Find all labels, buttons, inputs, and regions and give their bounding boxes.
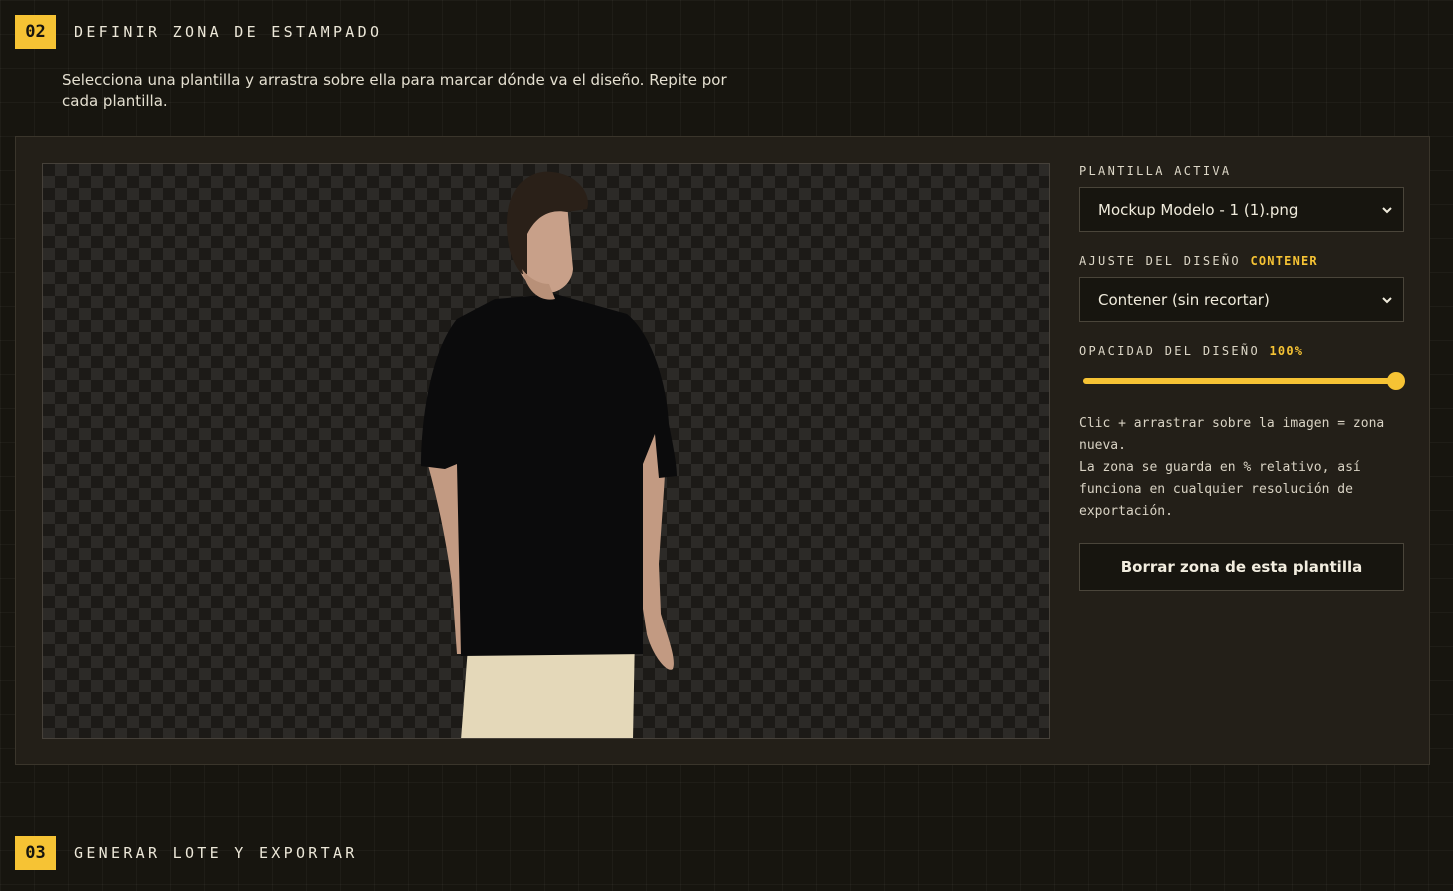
fit-label-row: AJUSTE DEL DISEÑO CONTENER <box>1079 253 1404 269</box>
chevron-down-icon <box>1382 206 1392 213</box>
template-select-value: Mockup Modelo - 1 (1).png <box>1098 200 1299 219</box>
step-number-badge: 03 <box>15 836 56 870</box>
opacity-value: 100% <box>1269 344 1304 358</box>
step-3-header: 03 GENERAR LOTE Y EXPORTAR <box>15 836 358 870</box>
step-description: Selecciona una plantilla y arrastra sobr… <box>62 71 727 110</box>
mockup-model-image <box>421 171 677 738</box>
help-line-1: Clic + arrastrar sobre la imagen = zona … <box>1079 416 1385 453</box>
opacity-label: OPACIDAD DEL DISEÑO <box>1079 344 1260 358</box>
slider-thumb[interactable] <box>1387 372 1405 390</box>
step-title: GENERAR LOTE Y EXPORTAR <box>74 844 358 862</box>
settings-sidebar: PLANTILLA ACTIVA Mockup Modelo - 1 (1).p… <box>1079 163 1405 591</box>
fit-select-value: Contener (sin recortar) <box>1098 290 1270 309</box>
help-text: Clic + arrastrar sobre la imagen = zona … <box>1079 413 1404 523</box>
opacity-label-row: OPACIDAD DEL DISEÑO 100% <box>1079 343 1404 359</box>
opacity-slider[interactable] <box>1079 371 1405 391</box>
template-select[interactable]: Mockup Modelo - 1 (1).png <box>1079 187 1404 232</box>
step-title: DEFINIR ZONA DE ESTAMPADO <box>74 23 383 41</box>
step-number-badge: 02 <box>15 15 56 49</box>
clear-zone-button[interactable]: Borrar zona de esta plantilla <box>1079 543 1404 591</box>
fit-label: AJUSTE DEL DISEÑO <box>1079 254 1241 268</box>
template-canvas[interactable] <box>42 163 1050 739</box>
slider-fill <box>1083 378 1396 384</box>
help-line-2: La zona se guarda en % relativo, así fun… <box>1079 460 1361 519</box>
step-2-header: 02 DEFINIR ZONA DE ESTAMPADO <box>15 15 382 49</box>
fit-badge: CONTENER <box>1250 254 1318 268</box>
fit-select[interactable]: Contener (sin recortar) <box>1079 277 1404 322</box>
chevron-down-icon <box>1382 296 1392 303</box>
zone-editor-panel: PLANTILLA ACTIVA Mockup Modelo - 1 (1).p… <box>15 136 1430 765</box>
template-label: PLANTILLA ACTIVA <box>1079 164 1232 178</box>
